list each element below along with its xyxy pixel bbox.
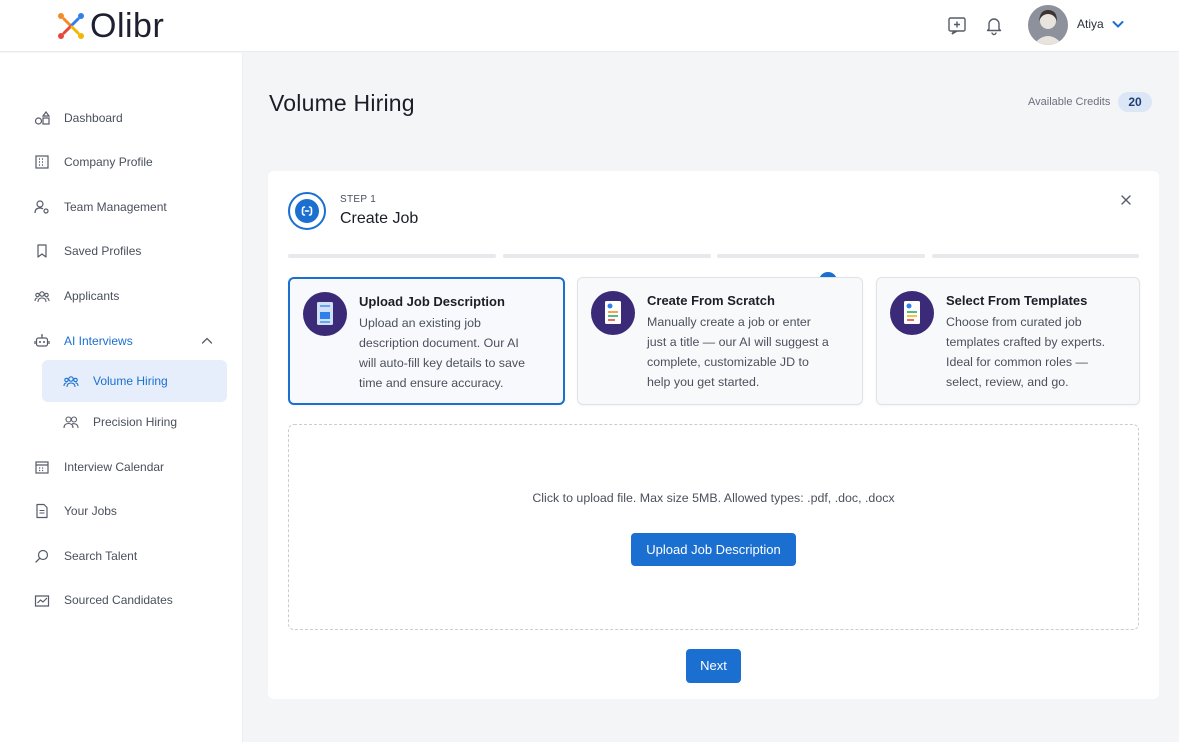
- sidebar-subitem-precision-hiring[interactable]: Precision Hiring: [63, 412, 177, 432]
- next-button[interactable]: Next: [686, 649, 741, 683]
- option-upload-job-description[interactable]: Upload Job Description Upload an existin…: [288, 277, 565, 405]
- option-description: Manually create a job or enter just a ti…: [647, 315, 829, 389]
- file-dropzone[interactable]: Click to upload file. Max size 5MB. Allo…: [288, 424, 1139, 630]
- sidebar-item-search-talent[interactable]: Search Talent: [34, 546, 137, 566]
- logo[interactable]: Olibr: [56, 8, 164, 44]
- credits-badge: 20: [1118, 92, 1152, 112]
- user-gear-icon: [34, 199, 50, 215]
- option-title: Select From Templates: [946, 293, 1088, 308]
- top-header: Olibr Atiya: [0, 0, 1179, 52]
- sidebar-item-label: Applicants: [64, 289, 120, 303]
- sidebar-item-label: Search Talent: [64, 549, 138, 563]
- sidebar-item-label: Precision Hiring: [93, 415, 178, 429]
- bell-icon[interactable]: [983, 14, 1005, 36]
- option-select-from-templates[interactable]: Select From Templates Choose from curate…: [876, 277, 1140, 405]
- logo-text: Olibr: [90, 7, 165, 45]
- chart-icon: [34, 592, 50, 608]
- close-icon[interactable]: [1119, 193, 1133, 207]
- sidebar-item-label: Sourced Candidates: [64, 593, 173, 607]
- document-icon: [34, 503, 50, 519]
- sidebar-item-sourced-candidates[interactable]: Sourced Candidates: [34, 590, 173, 610]
- option-title: Upload Job Description: [359, 294, 505, 309]
- sidebar-subitem-volume-hiring[interactable]: Volume Hiring: [63, 371, 168, 391]
- users-group-icon: [34, 288, 50, 304]
- step-indicator: [288, 192, 326, 230]
- step-label: STEP 1: [340, 194, 377, 205]
- sidebar: Dashboard Company Profile Team Managemen…: [0, 53, 243, 742]
- link-icon: [295, 199, 319, 223]
- sidebar-item-your-jobs[interactable]: Your Jobs: [34, 501, 117, 521]
- upload-job-description-button[interactable]: Upload Job Description: [631, 533, 796, 566]
- option-description: Upload an existing job description docum…: [359, 316, 525, 390]
- add-note-icon[interactable]: [946, 14, 968, 36]
- create-job-card: STEP 1 Create Job Upload Job Description…: [268, 171, 1159, 699]
- sidebar-item-label: Dashboard: [64, 111, 123, 125]
- upload-document-icon: [303, 292, 347, 336]
- sidebar-item-interview-calendar[interactable]: Interview Calendar: [34, 457, 164, 477]
- search-icon: [34, 548, 50, 564]
- users-group-icon: [63, 373, 79, 389]
- option-create-from-scratch[interactable]: Create From Scratch Manually create a jo…: [577, 277, 863, 405]
- template-document-icon: [890, 291, 934, 335]
- sidebar-item-applicants[interactable]: Applicants: [34, 286, 119, 306]
- user-name[interactable]: Atiya: [1077, 17, 1104, 31]
- sidebar-item-dashboard[interactable]: Dashboard: [34, 108, 123, 128]
- sidebar-item-team-management[interactable]: Team Management: [34, 197, 167, 217]
- bookmark-icon: [34, 243, 50, 259]
- progress-segment: [932, 254, 1139, 258]
- sidebar-item-label: Volume Hiring: [93, 374, 168, 388]
- sidebar-item-company-profile[interactable]: Company Profile: [34, 152, 153, 172]
- credits-label: Available Credits: [1028, 96, 1111, 108]
- sidebar-item-label: Saved Profiles: [64, 244, 142, 258]
- upload-hint: Click to upload file. Max size 5MB. Allo…: [532, 491, 895, 505]
- page-title: Volume Hiring: [269, 90, 415, 116]
- logo-mark-icon: [56, 11, 86, 41]
- new-document-icon: [591, 291, 635, 335]
- calendar-icon: [34, 459, 50, 475]
- sidebar-item-label: AI Interviews: [64, 334, 133, 348]
- step-title: Create Job: [340, 210, 419, 227]
- robot-icon: [34, 333, 50, 349]
- building-icon: [34, 154, 50, 170]
- sidebar-item-ai-interviews[interactable]: AI Interviews: [34, 331, 133, 351]
- two-users-icon: [63, 414, 79, 430]
- progress-segment: [503, 254, 711, 258]
- dashboard-icon: [34, 110, 51, 126]
- progress-segment: [717, 254, 925, 258]
- progress-segment: [288, 254, 496, 258]
- sidebar-item-label: Company Profile: [64, 155, 153, 169]
- avatar[interactable]: [1028, 5, 1068, 45]
- sidebar-item-label: Team Management: [64, 200, 167, 214]
- sidebar-item-saved-profiles[interactable]: Saved Profiles: [34, 241, 141, 261]
- chevron-down-icon[interactable]: [1111, 17, 1125, 31]
- sidebar-item-label: Your Jobs: [64, 504, 117, 518]
- sidebar-item-label: Interview Calendar: [64, 460, 165, 474]
- chevron-up-icon[interactable]: [200, 334, 214, 348]
- option-description: Choose from curated job templates crafte…: [946, 315, 1106, 389]
- option-title: Create From Scratch: [647, 293, 775, 308]
